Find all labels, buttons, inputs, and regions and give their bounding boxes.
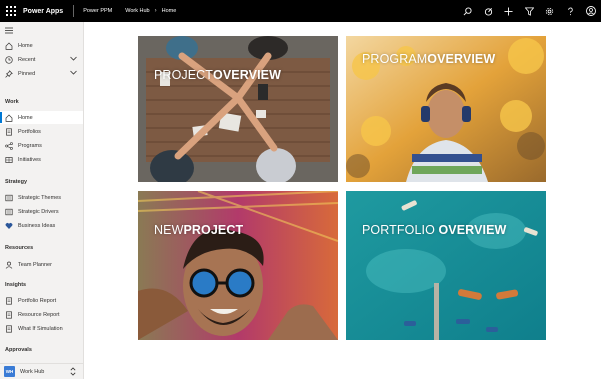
breadcrumb: Work Hub › Home (125, 8, 176, 14)
account-icon[interactable] (581, 0, 601, 22)
pin-icon (5, 69, 13, 78)
waffle-icon[interactable] (0, 0, 22, 22)
tile-title-light: PROGRAM (362, 52, 428, 66)
home-icon (5, 114, 13, 122)
sidebar-item-label: Portfolio Report (18, 297, 57, 304)
tile-portfolio-overview-image (346, 191, 546, 340)
plus-icon[interactable] (499, 0, 519, 22)
breadcrumb-item-home[interactable]: Home (162, 8, 177, 14)
tile-new-project[interactable]: NEWPROJECT (138, 191, 338, 340)
sidebar-item-what-if-simulation[interactable]: What If Simulation (0, 322, 83, 335)
chevron-down-icon[interactable] (70, 70, 77, 77)
tile-portfolio-overview[interactable]: PORTFOLIO OVERVIEW (346, 191, 546, 340)
tile-program-overview[interactable]: PROGRAMOVERVIEW (346, 36, 546, 182)
sidebar-item-business-ideas[interactable]: Business Ideas (0, 219, 83, 232)
report-icon (5, 296, 13, 305)
sidebar-group-insights: Insights (5, 282, 27, 288)
sidebar-item-portfolio-report[interactable]: Portfolio Report (0, 294, 83, 307)
clock-icon (5, 55, 13, 64)
tile-title: PORTFOLIO OVERVIEW (362, 223, 506, 237)
environment-name[interactable]: Power PPM (83, 8, 112, 14)
heart-icon (5, 222, 13, 230)
sidebar-item-strategic-drivers[interactable]: Strategic Drivers (0, 205, 83, 218)
tile-new-project-image (138, 191, 338, 340)
gear-icon[interactable] (540, 0, 560, 22)
tile-title-bold: PROJECT (183, 223, 244, 237)
sidebar-item-label: What If Simulation (18, 325, 63, 332)
sidebar-group-resources: Resources (5, 245, 34, 251)
sitemap-sidebar: Home Recent Pinned Work Home Portfolios (0, 22, 84, 379)
sidebar-item-pinned[interactable]: Pinned (0, 67, 83, 80)
area-badge: WH (4, 366, 15, 377)
sidebar-group-work: Work (5, 99, 19, 105)
tile-title-light: PORTFOLIO (362, 223, 439, 237)
sidebar-item-label: Strategic Drivers (18, 208, 59, 215)
tile-title-bold: OVERVIEW (438, 223, 507, 237)
list-icon (5, 194, 13, 202)
report-icon (5, 324, 13, 333)
sidebar-item-label: Home (18, 114, 33, 121)
person-icon (5, 261, 13, 269)
sidebar-item-label: Strategic Themes (18, 194, 62, 201)
sidebar-item-team-planner[interactable]: Team Planner (0, 258, 83, 271)
chevron-up-down-icon (70, 367, 76, 378)
chevron-right-icon: › (154, 8, 157, 14)
top-bar-actions (457, 0, 601, 22)
tile-title-bold: OVERVIEW (427, 52, 496, 66)
tile-project-overview-image (138, 36, 338, 182)
breadcrumb-item-work-hub[interactable]: Work Hub (125, 8, 149, 14)
sidebar-item-label: Portfolios (18, 128, 41, 135)
document-icon (5, 127, 13, 136)
sidebar-item-label: Team Planner (18, 261, 52, 268)
chevron-down-icon[interactable] (70, 56, 77, 63)
top-bar: Power Apps Power PPM Work Hub › Home (0, 0, 601, 22)
sidebar-item-label: Business Ideas (18, 222, 56, 229)
sidebar-item-portfolios[interactable]: Portfolios (0, 125, 83, 138)
sidebar-group-strategy: Strategy (5, 179, 28, 185)
tile-project-overview[interactable]: PROJECTOVERVIEW (138, 36, 338, 182)
home-icon (5, 42, 13, 50)
sidebar-item-recent[interactable]: Recent (0, 53, 83, 66)
share-icon (5, 141, 13, 150)
sidebar-item-label: Home (18, 42, 33, 49)
tile-title-bold: OVERVIEW (213, 68, 281, 82)
sidebar-item-strategic-themes[interactable]: Strategic Themes (0, 191, 83, 204)
sidebar-item-home-top[interactable]: Home (0, 39, 83, 52)
help-icon[interactable] (560, 0, 580, 22)
sidebar-item-programs[interactable]: Programs (0, 139, 83, 152)
sidebar-item-label: Initiatives (18, 156, 41, 163)
sidebar-group-approvals: Approvals (5, 347, 32, 353)
app-title[interactable]: Power Apps (23, 8, 63, 15)
sidebar-item-resource-report[interactable]: Resource Report (0, 308, 83, 321)
sidebar-item-label: Resource Report (18, 311, 60, 318)
tile-title: PROJECTOVERVIEW (154, 68, 281, 82)
tile-title: PROGRAMOVERVIEW (362, 52, 495, 66)
sidebar-item-initiatives[interactable]: Initiatives (0, 153, 83, 166)
tile-title-light: PROJECT (154, 68, 214, 82)
area-switcher[interactable]: WH Work Hub (0, 363, 83, 379)
report-icon (5, 310, 13, 319)
area-label: Work Hub (20, 368, 45, 375)
hamburger-menu-icon[interactable] (0, 24, 83, 37)
tile-title: NEWPROJECT (154, 223, 243, 237)
sidebar-item-label: Programs (18, 142, 42, 149)
grid-icon (5, 156, 13, 164)
search-icon[interactable] (457, 0, 477, 22)
assistant-icon[interactable] (478, 0, 498, 22)
divider (73, 5, 75, 17)
list-icon (5, 208, 13, 216)
sidebar-item-home[interactable]: Home (0, 111, 83, 124)
filter-icon[interactable] (519, 0, 539, 22)
tile-title-light: NEW (154, 223, 184, 237)
sidebar-item-label: Pinned (18, 70, 36, 77)
sidebar-item-label: Recent (18, 56, 36, 63)
